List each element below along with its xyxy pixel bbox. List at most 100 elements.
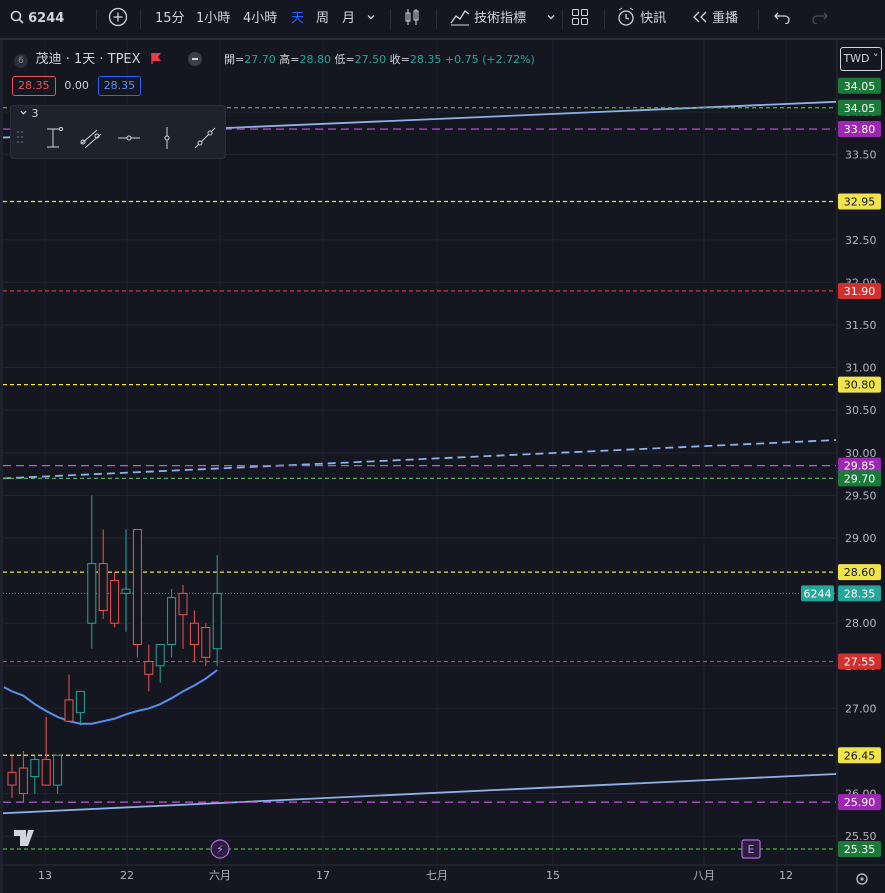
legend-symbol[interactable]: 茂迪 · 1天 · TPEX bbox=[36, 52, 141, 67]
time-tick-label: 22 bbox=[120, 869, 134, 882]
candle-body bbox=[7, 771, 17, 786]
level-label: 25.90 bbox=[844, 796, 876, 809]
time-tick-label: 六月 bbox=[209, 869, 231, 882]
alert-button[interactable]: 快訊 bbox=[616, 0, 666, 38]
candle-body bbox=[98, 563, 108, 611]
last-price-label: 28.35 bbox=[844, 587, 876, 600]
layout-button[interactable] bbox=[571, 0, 589, 38]
low-label: 低 bbox=[334, 53, 346, 66]
interval-dropdown[interactable] bbox=[366, 0, 376, 38]
level-label: 33.80 bbox=[844, 123, 876, 136]
candle-body bbox=[30, 759, 40, 778]
price-tick-label: 28.00 bbox=[845, 617, 877, 630]
candle-body bbox=[189, 622, 199, 646]
toolbox-collapse[interactable]: 3 bbox=[19, 107, 39, 120]
divider bbox=[758, 9, 759, 29]
earnings-letter: E bbox=[748, 843, 755, 856]
chart-legend: 6 茂迪 · 1天 · TPEX 開=27.70 高=28.80 低=27.50… bbox=[14, 49, 535, 69]
undo-icon bbox=[774, 12, 790, 25]
indicators-dropdown[interactable] bbox=[546, 0, 556, 38]
interval-month[interactable]: 月 bbox=[342, 0, 355, 38]
candle-body bbox=[155, 644, 165, 667]
level-label: 34.05 bbox=[844, 80, 876, 93]
chart-area[interactable]: 25.5026.0027.0027.5028.0029.0029.5030.00… bbox=[0, 40, 885, 893]
price-axis: 25.5026.0027.0027.5028.0029.0029.5030.00… bbox=[801, 40, 885, 893]
spread-value: 0.00 bbox=[64, 79, 89, 92]
candle-body bbox=[121, 588, 131, 594]
candle-body bbox=[87, 563, 97, 624]
price-tick-label: 29.50 bbox=[845, 489, 877, 502]
indicators-button[interactable]: 技術指標 bbox=[450, 0, 526, 38]
vertical-line-icon[interactable] bbox=[153, 124, 181, 152]
price-tick-label: 31.00 bbox=[845, 362, 877, 375]
price-tick-label: 27.00 bbox=[845, 702, 877, 715]
ask-box[interactable]: 28.35 bbox=[97, 76, 142, 96]
price-tick-label: 33.50 bbox=[845, 149, 877, 162]
grid-icon bbox=[572, 9, 588, 25]
level-label: 28.60 bbox=[844, 566, 876, 579]
interval-1d[interactable]: 天 bbox=[291, 0, 304, 38]
price-range-tool-icon[interactable] bbox=[39, 124, 67, 152]
drawing-toolbox: 3 bbox=[10, 105, 226, 159]
candle-body bbox=[178, 592, 188, 616]
add-symbol-button[interactable] bbox=[108, 0, 128, 38]
time-tick-label: 17 bbox=[316, 869, 330, 882]
replay-button[interactable]: 重播 bbox=[692, 0, 738, 38]
settings-gear-center bbox=[860, 877, 864, 881]
grid bbox=[0, 40, 836, 893]
time-tick-label: 七月 bbox=[426, 869, 448, 882]
interval-1h[interactable]: 1小時 bbox=[196, 0, 230, 38]
search-icon bbox=[10, 10, 24, 24]
level-label: 25.35 bbox=[844, 843, 876, 856]
candle-body bbox=[132, 529, 142, 646]
close-label: 收 bbox=[389, 53, 401, 66]
event-markers: ⚡ E bbox=[14, 830, 761, 859]
level-label: 27.55 bbox=[844, 656, 876, 669]
trend-line-icon[interactable] bbox=[191, 124, 219, 152]
horizontal-ray-icon[interactable] bbox=[115, 124, 143, 152]
candle-body bbox=[41, 759, 51, 786]
level-label: 34.05 bbox=[844, 102, 876, 115]
candle-body bbox=[75, 690, 85, 714]
divider bbox=[604, 9, 605, 29]
moving-average bbox=[3, 669, 218, 725]
undo-button[interactable] bbox=[774, 0, 790, 38]
redo-button[interactable] bbox=[812, 0, 828, 38]
interval-4h[interactable]: 4小時 bbox=[243, 0, 277, 38]
price-chart[interactable]: 25.5026.0027.0027.5028.0029.0029.5030.00… bbox=[0, 40, 885, 893]
symbol-price-label: 6244 bbox=[804, 587, 832, 600]
parallel-channel-icon[interactable] bbox=[77, 124, 105, 152]
interval-15m[interactable]: 15分 bbox=[155, 0, 185, 38]
open-value: 27.70 bbox=[244, 53, 276, 66]
alarm-clock-icon bbox=[618, 7, 634, 26]
chevron-down-icon bbox=[20, 110, 27, 115]
time-tick-label: 13 bbox=[38, 869, 52, 882]
horizontal-levels bbox=[3, 107, 836, 850]
candle-body bbox=[64, 699, 74, 722]
high-value: 28.80 bbox=[299, 53, 331, 66]
candle-body bbox=[53, 754, 63, 786]
currency-selector[interactable]: TWD ˅ bbox=[840, 47, 882, 71]
collapse-button[interactable] bbox=[188, 52, 203, 66]
symbol-search[interactable]: 6244 bbox=[10, 0, 64, 38]
interval-week[interactable]: 周 bbox=[316, 0, 329, 38]
drag-handle-icon[interactable] bbox=[16, 130, 24, 144]
rewind-icon bbox=[693, 11, 707, 23]
indicators-icon bbox=[450, 10, 470, 26]
bid-box[interactable]: 28.35 bbox=[12, 76, 56, 96]
close-value: 28.35 bbox=[409, 53, 442, 66]
flag-icon[interactable] bbox=[150, 52, 162, 64]
candle-body bbox=[144, 661, 154, 675]
price-tick-label: 29.00 bbox=[845, 532, 877, 545]
ma-line bbox=[3, 669, 218, 725]
level-label: 26.45 bbox=[844, 749, 876, 762]
toolbox-count: 3 bbox=[31, 107, 39, 120]
chart-type-button[interactable] bbox=[404, 0, 420, 38]
legend-badge: 6 bbox=[14, 54, 28, 68]
divider bbox=[140, 9, 141, 29]
plus-circle-icon bbox=[108, 7, 128, 27]
candle-body bbox=[18, 767, 28, 795]
candle-body bbox=[212, 592, 222, 650]
time-tick-label: 12 bbox=[779, 869, 793, 882]
chevron-down-icon bbox=[367, 15, 375, 20]
